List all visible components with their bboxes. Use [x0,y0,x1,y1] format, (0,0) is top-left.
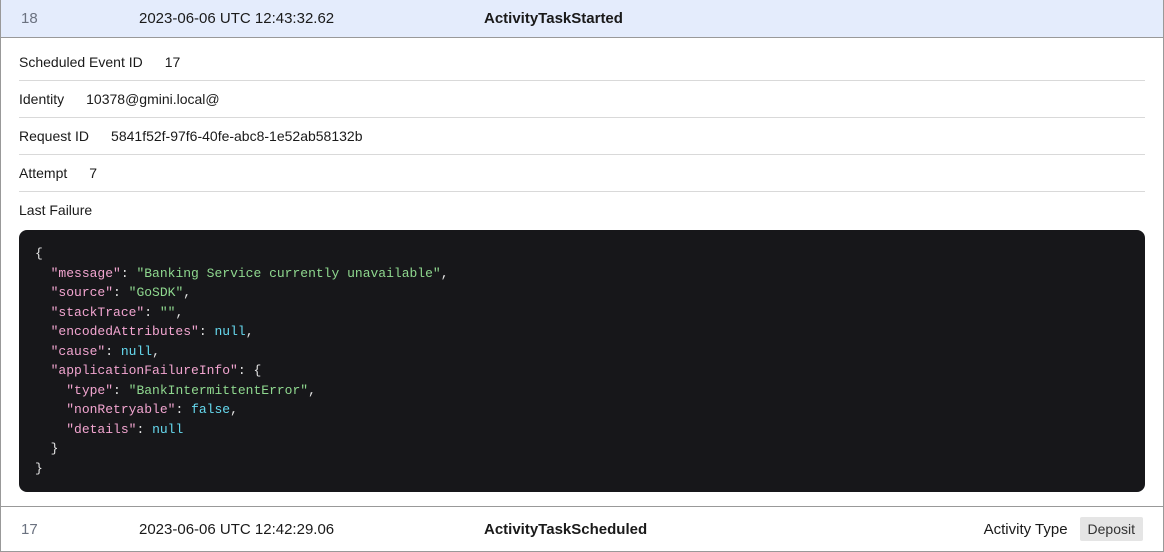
event-details: Scheduled Event ID 17 Identity 10378@gmi… [1,38,1163,506]
event-name: ActivityTaskScheduled [484,521,984,538]
detail-value: 10378@gmini.local@ [86,91,220,107]
detail-value: 7 [89,165,97,181]
detail-value: 5841f52f-97f6-40fe-abc8-1e52ab58132b [111,128,362,144]
detail-label: Request ID [19,128,89,144]
event-row-scheduled[interactable]: 17 2023-06-06 UTC 12:42:29.06 ActivityTa… [1,506,1163,552]
event-id: 18 [21,10,139,27]
detail-identity: Identity 10378@gmini.local@ [19,81,1145,118]
detail-last-failure: Last Failure [19,192,1145,228]
event-row-started[interactable]: 18 2023-06-06 UTC 12:43:32.62 ActivityTa… [1,0,1163,38]
detail-attempt: Attempt 7 [19,155,1145,192]
detail-label: Scheduled Event ID [19,54,143,70]
detail-scheduled-event-id: Scheduled Event ID 17 [19,44,1145,81]
detail-label: Attempt [19,165,67,181]
activity-type-label: Activity Type [984,521,1068,538]
event-timestamp: 2023-06-06 UTC 12:42:29.06 [139,521,484,538]
failure-json[interactable]: { "message": "Banking Service currently … [19,230,1145,492]
detail-label: Last Failure [19,202,92,218]
event-name: ActivityTaskStarted [484,10,1143,27]
activity-type-badge: Deposit [1080,517,1143,541]
detail-request-id: Request ID 5841f52f-97f6-40fe-abc8-1e52a… [19,118,1145,155]
event-id: 17 [21,521,139,538]
event-timestamp: 2023-06-06 UTC 12:43:32.62 [139,10,484,27]
detail-value: 17 [165,54,181,70]
detail-label: Identity [19,91,64,107]
